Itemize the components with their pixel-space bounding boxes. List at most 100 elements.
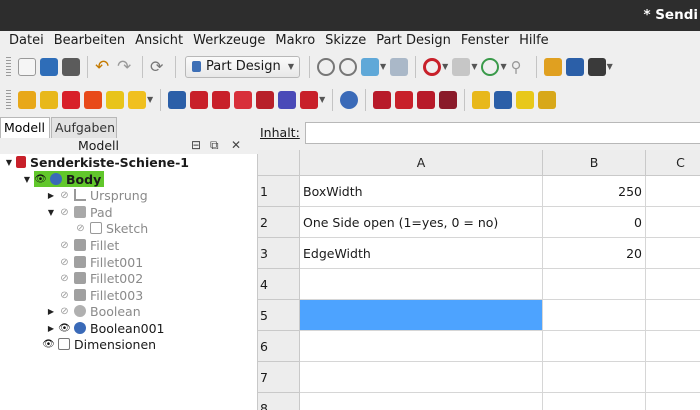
chevron-down-icon[interactable]: ▼ <box>471 62 477 71</box>
link-icon[interactable] <box>587 57 606 76</box>
eye-hidden-icon[interactable]: ⊘ <box>58 273 71 284</box>
workbench-selector[interactable]: Part Design ▼ <box>185 55 300 78</box>
pin-icon[interactable]: ⚲ <box>511 58 529 76</box>
chevron-down-icon[interactable]: ▼ <box>46 208 56 217</box>
open-document-icon[interactable] <box>40 57 58 76</box>
cell-b7[interactable] <box>543 362 646 393</box>
chevron-down-icon[interactable]: ▼ <box>22 175 32 184</box>
tree-item-fillet[interactable]: ⊘ Fillet <box>58 237 119 253</box>
chevron-down-icon[interactable]: ▼ <box>319 95 325 104</box>
loft-icon[interactable] <box>212 90 231 109</box>
row-header[interactable]: 6 <box>258 331 300 362</box>
row-header[interactable]: 3 <box>258 238 300 269</box>
column-header-a[interactable]: A <box>300 150 543 176</box>
cell-a7[interactable] <box>300 362 543 393</box>
column-header-b[interactable]: B <box>543 150 646 176</box>
eye-hidden-icon[interactable]: ⊘ <box>58 240 71 251</box>
datum-icon[interactable] <box>106 90 124 109</box>
pipe-icon[interactable] <box>234 90 253 109</box>
tree-item-fillet002[interactable]: ⊘ Fillet002 <box>58 270 143 286</box>
additive-primitive-icon[interactable] <box>278 90 297 109</box>
menu-datei[interactable]: Datei <box>9 33 44 48</box>
close-icon[interactable]: ✕ <box>231 138 241 152</box>
cell-b4[interactable] <box>543 269 646 300</box>
cell-b3[interactable]: 20 <box>543 238 646 269</box>
cell-a4[interactable] <box>300 269 543 300</box>
chevron-down-icon[interactable]: ▼ <box>380 62 386 71</box>
menu-part-design[interactable]: Part Design <box>376 33 451 48</box>
cell-b6[interactable] <box>543 331 646 362</box>
cell-c4[interactable] <box>646 269 700 300</box>
cell-b1[interactable]: 250 <box>543 176 646 207</box>
redo-icon[interactable]: ↷ <box>117 58 135 76</box>
chevron-right-icon[interactable]: ▶ <box>46 324 56 333</box>
eye-hidden-icon[interactable]: ⊘ <box>58 207 71 218</box>
tree-item-fillet001[interactable]: ⊘ Fillet001 <box>58 254 143 270</box>
chevron-down-icon[interactable]: ▼ <box>442 62 448 71</box>
tree-item-pad[interactable]: ▼ ⊘ Pad <box>46 204 113 220</box>
shape-binder-icon[interactable] <box>128 90 146 109</box>
helix-icon[interactable] <box>256 90 275 109</box>
eye-icon[interactable]: 👁 <box>34 174 47 185</box>
cell-a5-selected[interactable] <box>300 300 543 331</box>
column-header-c[interactable]: C <box>646 150 700 176</box>
search-icon[interactable] <box>481 57 500 76</box>
row-header[interactable]: 8 <box>258 393 300 410</box>
multi-transform-icon[interactable] <box>538 90 557 109</box>
subtractive-primitive-icon[interactable] <box>300 90 319 109</box>
revolution-icon[interactable] <box>168 90 187 109</box>
pocket-icon[interactable] <box>84 90 102 109</box>
menu-fenster[interactable]: Fenster <box>461 33 509 48</box>
menu-bearbeiten[interactable]: Bearbeiten <box>54 33 125 48</box>
cell-c8[interactable] <box>646 393 700 410</box>
stop-icon[interactable] <box>423 57 442 76</box>
cell-a1[interactable]: BoxWidth <box>300 176 543 207</box>
chamfer-icon[interactable] <box>395 90 414 109</box>
cell-a2[interactable]: One Side open (1=yes, 0 = no) <box>300 207 543 238</box>
cell-c3[interactable] <box>646 238 700 269</box>
eye-hidden-icon[interactable]: ⊘ <box>58 290 71 301</box>
chevron-down-icon[interactable]: ▼ <box>500 62 506 71</box>
create-sketch-icon[interactable] <box>40 90 58 109</box>
chevron-right-icon[interactable]: ▶ <box>46 307 56 316</box>
box-view-icon[interactable] <box>452 57 471 76</box>
refresh-icon[interactable]: ⟳ <box>150 57 168 76</box>
chevron-down-icon[interactable]: ▼ <box>147 95 153 104</box>
pad-icon[interactable] <box>62 90 80 109</box>
eye-icon[interactable]: 👁 <box>42 339 55 350</box>
thickness-icon[interactable] <box>439 90 458 109</box>
cell-c1[interactable] <box>646 176 700 207</box>
eye-icon[interactable]: 👁 <box>58 323 71 334</box>
chevron-down-icon[interactable]: ▼ <box>4 158 14 167</box>
measure-icon[interactable] <box>390 57 409 76</box>
float-icon[interactable]: ⧉ <box>210 138 219 153</box>
chevron-right-icon[interactable]: ▶ <box>46 191 56 200</box>
eye-hidden-icon[interactable]: ⊘ <box>74 223 87 234</box>
linear-pattern-icon[interactable] <box>494 90 513 109</box>
corner-header[interactable] <box>258 150 300 176</box>
tree-item-fillet003[interactable]: ⊘ Fillet003 <box>58 287 143 303</box>
cell-a6[interactable] <box>300 331 543 362</box>
tree-item-sketch[interactable]: ⊘ Sketch <box>74 220 148 236</box>
undo-icon[interactable]: ↶ <box>95 58 113 76</box>
menu-skizze[interactable]: Skizze <box>325 33 366 48</box>
zoom-selection-icon[interactable] <box>339 57 357 76</box>
row-header[interactable]: 1 <box>258 176 300 207</box>
new-document-icon[interactable] <box>18 57 36 76</box>
cell-c7[interactable] <box>646 362 700 393</box>
tab-aufgaben[interactable]: Aufgaben <box>51 117 117 138</box>
menu-hilfe[interactable]: Hilfe <box>519 33 549 48</box>
cell-b2[interactable]: 0 <box>543 207 646 238</box>
cell-c5[interactable] <box>646 300 700 331</box>
zoom-fit-icon[interactable] <box>317 57 335 76</box>
toolbar-grip[interactable] <box>6 89 11 110</box>
polar-pattern-icon[interactable] <box>516 90 535 109</box>
view-cube-icon[interactable] <box>361 57 379 76</box>
cell-a8[interactable] <box>300 393 543 410</box>
row-header[interactable]: 7 <box>258 362 300 393</box>
cell-b8[interactable] <box>543 393 646 410</box>
tree-item-body[interactable]: ▼ 👁 Body <box>22 171 105 187</box>
tree-item-boolean001[interactable]: ▶ 👁 Boolean001 <box>46 320 165 336</box>
eye-hidden-icon[interactable]: ⊘ <box>58 306 71 317</box>
cell-c6[interactable] <box>646 331 700 362</box>
